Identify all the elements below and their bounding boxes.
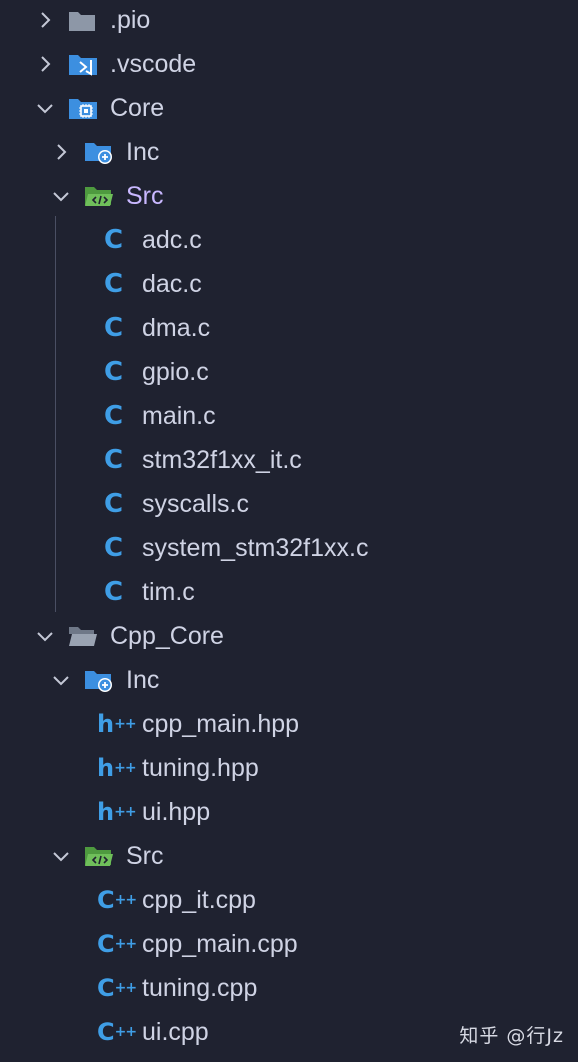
folder-cpp-core-inc[interactable]: Inc (0, 658, 578, 702)
file-label: system_stm32f1xx.c (142, 534, 369, 562)
folder-pio[interactable]: .pio (0, 0, 578, 42)
file-label: tim.c (142, 578, 195, 606)
c-file-icon: C (104, 269, 124, 299)
file-row[interactable]: C ++ cpp_it.cpp (0, 878, 578, 922)
c-file-icon: C (104, 577, 124, 607)
c-file-icon: C (104, 489, 124, 519)
include-folder-icon (84, 658, 114, 702)
explorer-tree: .pio .vscode Core Inc Src C adc.c C dac.… (0, 0, 578, 1054)
file-row[interactable]: C main.c (0, 394, 578, 438)
cpp-file-icon: C ++ (97, 886, 137, 914)
file-label: ui.cpp (142, 1018, 209, 1046)
source-folder-icon (84, 174, 114, 218)
cpp-file-icon: C ++ (97, 974, 137, 1002)
file-label: ui.hpp (142, 798, 211, 826)
folder-label: Cpp_Core (110, 622, 224, 650)
file-label: tuning.cpp (142, 974, 258, 1002)
hpp-file-icon: h ++ (97, 710, 137, 738)
folder-label: Src (126, 182, 164, 210)
chevron-right-icon[interactable] (50, 130, 72, 174)
watermark: 知乎 @行Jz (459, 1025, 564, 1047)
file-row[interactable]: C system_stm32f1xx.c (0, 526, 578, 570)
file-label: stm32f1xx_it.c (142, 446, 302, 474)
file-label: cpp_it.cpp (142, 886, 256, 914)
chevron-down-icon[interactable] (50, 834, 72, 878)
file-row[interactable]: C ++ cpp_main.cpp (0, 922, 578, 966)
c-file-icon: C (104, 357, 124, 387)
cpp-file-icon: C ++ (97, 930, 137, 958)
core-folder-icon (68, 86, 98, 130)
file-label: cpp_main.hpp (142, 710, 300, 738)
c-file-icon: C (104, 313, 124, 343)
folder-core-inc[interactable]: Inc (0, 130, 578, 174)
file-label: cpp_main.cpp (142, 930, 298, 958)
file-row[interactable]: C adc.c (0, 218, 578, 262)
file-label: syscalls.c (142, 490, 249, 518)
file-label: adc.c (142, 226, 202, 254)
file-label: dma.c (142, 314, 211, 342)
chevron-right-icon[interactable] (34, 0, 56, 42)
file-label: tuning.hpp (142, 754, 259, 782)
c-file-icon: C (104, 533, 124, 563)
folder-cpp-core-src[interactable]: Src (0, 834, 578, 878)
file-row[interactable]: C dma.c (0, 306, 578, 350)
file-row[interactable]: C ++ tuning.cpp (0, 966, 578, 1010)
folder-label: Inc (126, 138, 160, 166)
folder-label: Core (110, 94, 165, 122)
folder-cpp-core[interactable]: Cpp_Core (0, 614, 578, 658)
folder-label: .pio (110, 6, 151, 34)
indent-guide (55, 216, 56, 612)
source-folder-icon (84, 834, 114, 878)
folder-core[interactable]: Core (0, 86, 578, 130)
folder-label: Src (126, 842, 164, 870)
hpp-file-icon: h ++ (97, 798, 137, 826)
chevron-down-icon[interactable] (34, 86, 56, 130)
file-row[interactable]: C stm32f1xx_it.c (0, 438, 578, 482)
file-label: gpio.c (142, 358, 209, 386)
cpp-file-icon: C ++ (97, 1018, 137, 1046)
folder-label: Inc (126, 666, 160, 694)
file-row[interactable]: C gpio.c (0, 350, 578, 394)
file-label: dac.c (142, 270, 202, 298)
hpp-file-icon: h ++ (97, 754, 137, 782)
folder-core-src[interactable]: Src (0, 174, 578, 218)
folder-icon (68, 0, 96, 42)
c-file-icon: C (104, 445, 124, 475)
file-row[interactable]: C syscalls.c (0, 482, 578, 526)
chevron-right-icon[interactable] (34, 42, 56, 86)
file-label: main.c (142, 402, 216, 430)
folder-vscode[interactable]: .vscode (0, 42, 578, 86)
include-folder-icon (84, 130, 114, 174)
file-row[interactable]: h ++ ui.hpp (0, 790, 578, 834)
file-row[interactable]: h ++ cpp_main.hpp (0, 702, 578, 746)
folder-label: .vscode (110, 50, 197, 78)
c-file-icon: C (104, 401, 124, 431)
open-folder-icon (68, 614, 98, 658)
file-row[interactable]: C tim.c (0, 570, 578, 614)
file-row[interactable]: h ++ tuning.hpp (0, 746, 578, 790)
chevron-down-icon[interactable] (34, 614, 56, 658)
vscode-folder-icon (68, 42, 98, 86)
file-row[interactable]: C dac.c (0, 262, 578, 306)
chevron-down-icon[interactable] (50, 658, 72, 702)
c-file-icon: C (104, 225, 124, 255)
chevron-down-icon[interactable] (50, 174, 72, 218)
